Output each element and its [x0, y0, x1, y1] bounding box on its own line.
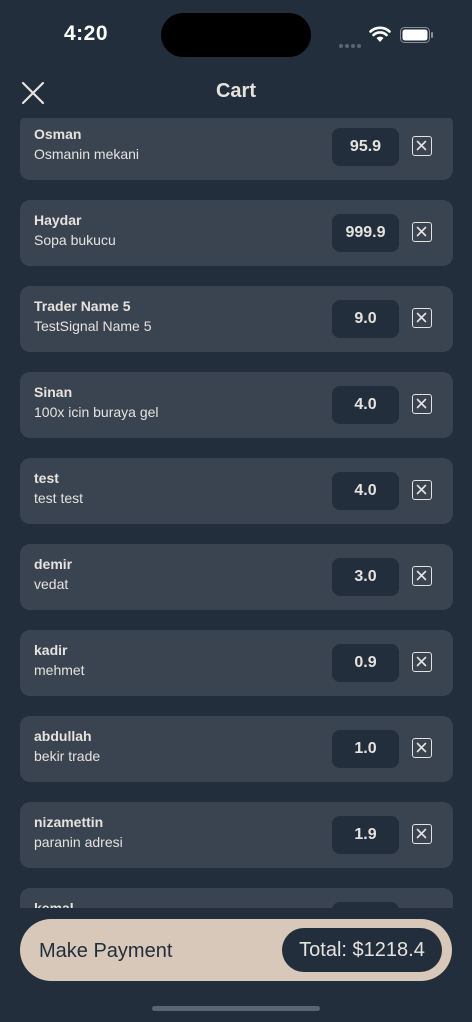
remove-x-icon: [416, 312, 427, 323]
remove-item-button[interactable]: [412, 738, 432, 758]
remove-x-icon: [416, 828, 427, 839]
item-signal-name: vedat: [34, 576, 69, 592]
item-trader-name: kadir: [34, 642, 68, 658]
cart-item: Sinan 100x icin buraya gel 4.0: [20, 372, 453, 438]
item-trader-name: Trader Name 5: [34, 298, 131, 314]
item-trader-name: kemal: [34, 900, 74, 908]
cart-item: kemal: [20, 888, 453, 908]
item-price: 4.0: [332, 472, 399, 510]
remove-item-button[interactable]: [412, 136, 432, 156]
dynamic-island: [161, 13, 311, 57]
remove-item-button[interactable]: [412, 480, 432, 500]
make-payment-button[interactable]: Make Payment Total: $1218.4: [20, 919, 452, 981]
remove-x-icon: [416, 484, 427, 495]
item-price: 9.0: [332, 300, 399, 338]
item-trader-name: demir: [34, 556, 73, 572]
wifi-icon: [369, 26, 391, 42]
battery-icon: [400, 27, 433, 43]
total-badge: Total: $1218.4: [282, 928, 442, 972]
cart-item: Osman Osmanin mekani 95.9: [20, 118, 453, 180]
remove-item-button[interactable]: [412, 394, 432, 414]
item-signal-name: Osmanin mekani: [34, 146, 140, 162]
page-title: Cart: [215, 80, 256, 102]
item-price: 95.9: [332, 128, 399, 166]
item-signal-name: Sopa bukucu: [34, 232, 116, 248]
cart-item: nizamettin paranin adresi 1.9: [20, 802, 453, 868]
remove-item-button[interactable]: [412, 222, 432, 242]
item-signal-name: mehmet: [34, 662, 85, 678]
cart-item: Haydar Sopa bukucu 999.9: [20, 200, 453, 266]
cart-item: test test test 4.0: [20, 458, 453, 524]
remove-item-button[interactable]: [412, 824, 432, 844]
item-price: 999.9: [332, 214, 399, 252]
cellular-signal-icon: [339, 35, 363, 48]
status-bar: 4:20: [0, 0, 472, 70]
item-signal-name: paranin adresi: [34, 834, 123, 850]
item-price: 1.9: [332, 816, 399, 854]
item-trader-name: abdullah: [34, 728, 92, 744]
nav-bar: Cart: [0, 70, 472, 114]
item-signal-name: TestSignal Name 5: [34, 318, 152, 334]
cart-item: abdullah bekir trade 1.0: [20, 716, 453, 782]
item-signal-name: test test: [34, 490, 84, 506]
item-price: 0.9: [332, 644, 399, 682]
remove-item-button[interactable]: [412, 652, 432, 672]
remove-x-icon: [416, 226, 427, 237]
remove-x-icon: [416, 398, 427, 409]
item-trader-name: nizamettin: [34, 814, 104, 830]
item-signal-name: bekir trade: [34, 748, 101, 764]
remove-x-icon: [416, 742, 427, 753]
item-trader-name: Sinan: [34, 384, 73, 400]
remove-x-icon: [416, 656, 427, 667]
remove-x-icon: [416, 570, 427, 581]
item-trader-name: Osman: [34, 126, 82, 142]
item-trader-name: Haydar: [34, 212, 82, 228]
home-indicator: [152, 1006, 320, 1011]
item-price: 4.0: [332, 386, 399, 424]
remove-x-icon: [416, 140, 427, 151]
cart-item: demir vedat 3.0: [20, 544, 453, 610]
item-signal-name: 100x icin buraya gel: [34, 404, 159, 420]
status-time: 4:20: [64, 22, 109, 45]
make-payment-label: Make Payment: [39, 940, 173, 962]
remove-item-button[interactable]: [412, 566, 432, 586]
item-price: 3.0: [332, 558, 399, 596]
cart-list-content: Osman Osmanin mekani 95.9 Haydar Sopa bukucu…: [20, 118, 453, 908]
cart-item: Trader Name 5 TestSignal Name 5 9.0: [20, 286, 453, 352]
cart-list[interactable]: Osman Osmanin mekani 95.9 Haydar Sopa bukucu…: [0, 118, 472, 908]
cart-item: kadir mehmet 0.9: [20, 630, 453, 696]
item-price: [332, 902, 399, 908]
remove-item-button[interactable]: [412, 308, 432, 328]
item-price: 1.0: [332, 730, 399, 768]
item-trader-name: test: [34, 470, 59, 486]
